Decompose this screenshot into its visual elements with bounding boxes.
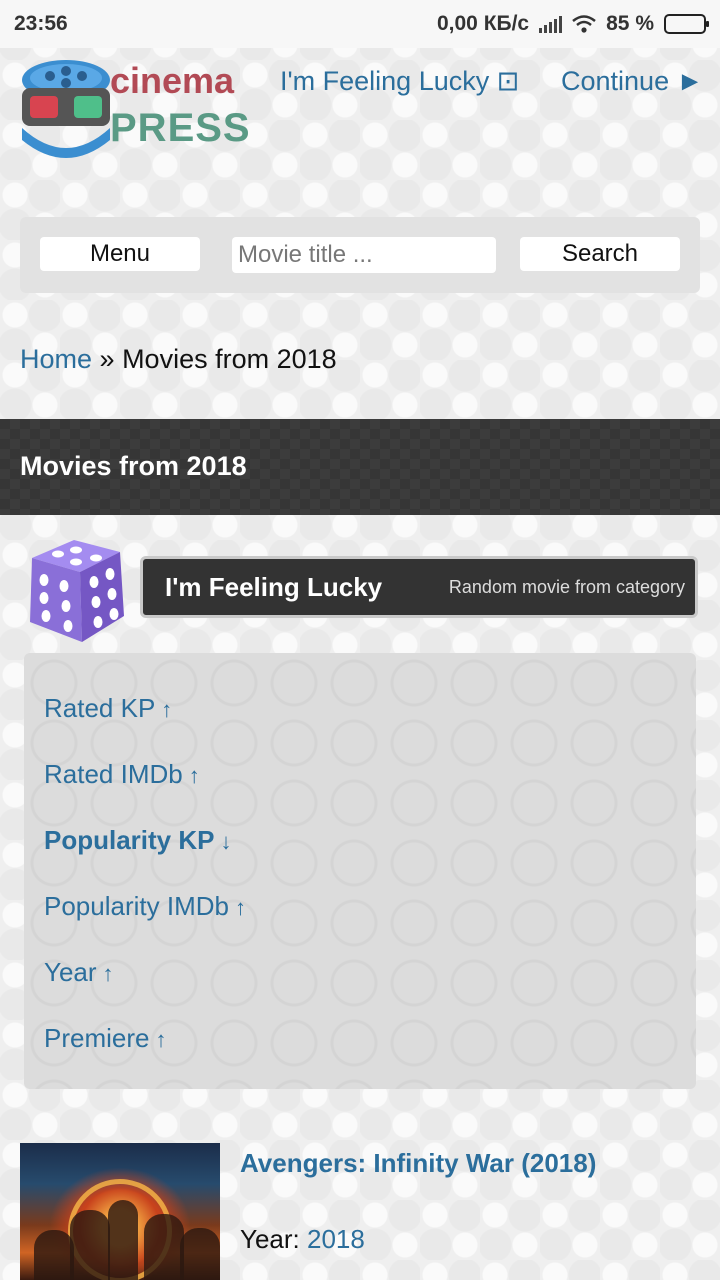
sort-rated-imdb[interactable]: Rated IMDb ↑ — [44, 759, 200, 790]
sort-label: Rated IMDb — [44, 759, 183, 789]
menu-button[interactable]: Menu — [40, 237, 200, 271]
status-time: 23:56 — [14, 12, 68, 35]
search-button[interactable]: Search — [520, 237, 680, 271]
status-indicators: 0,00 КБ/с 85 % — [436, 12, 709, 36]
breadcrumb: Home » Movies from 2018 — [20, 344, 337, 375]
sort-label: Year — [44, 957, 97, 987]
poster-figure — [180, 1228, 220, 1280]
sort-label: Rated KP — [44, 693, 156, 723]
sort-premiere[interactable]: Premiere ↑ — [44, 1023, 166, 1054]
dice-icon[interactable] — [24, 538, 128, 644]
page-title: Movies from 2018 — [20, 451, 247, 481]
continue-link[interactable]: Continue ► — [561, 66, 703, 97]
breadcrumb-separator: » — [92, 344, 123, 374]
breadcrumb-current: Movies from 2018 — [122, 344, 337, 374]
poster-figure — [144, 1214, 184, 1280]
sort-label: Popularity IMDb — [44, 891, 229, 921]
sort-label: Premiere — [44, 1023, 150, 1053]
sort-popularity-imdb[interactable]: Popularity IMDb ↑ — [44, 891, 246, 922]
battery-percent: 85 % — [606, 12, 654, 35]
movie-title-link[interactable]: Avengers: Infinity War (2018) — [240, 1148, 596, 1179]
poster-figure — [70, 1210, 110, 1280]
sort-label: Popularity KP — [44, 825, 215, 855]
poster-figure — [34, 1230, 74, 1280]
sort-panel: Rated KP ↑ Rated IMDb ↑ Popularity KP ↓ Pop… — [24, 653, 696, 1089]
sort-rated-kp[interactable]: Rated KP ↑ — [44, 693, 172, 724]
site-logo[interactable]: cinema PRESS — [20, 58, 250, 158]
movie-poster[interactable] — [20, 1143, 220, 1280]
search-panel: Menu Search — [20, 217, 700, 293]
film-reel-icon — [22, 60, 110, 158]
battery-icon — [664, 14, 709, 34]
arrow-down-icon: ↓ — [220, 829, 232, 854]
signal-icon — [539, 15, 563, 33]
movie-year-link[interactable]: 2018 — [307, 1224, 365, 1254]
feeling-lucky-button[interactable]: I'm Feeling Lucky Random movie from cate… — [140, 556, 698, 618]
movie-year: Year: 2018 — [240, 1224, 365, 1255]
logo-text-press: PRESS — [110, 106, 251, 150]
logo-text-cinema: cinema — [110, 60, 235, 101]
breadcrumb-home-link[interactable]: Home — [20, 344, 92, 374]
page-title-bar: Movies from 2018 — [0, 419, 720, 515]
network-speed: 0,00 КБ/с — [436, 12, 530, 35]
sort-year[interactable]: Year ↑ — [44, 957, 114, 988]
arrow-up-icon: ↑ — [155, 1027, 167, 1052]
movie-year-label: Year: — [240, 1224, 307, 1254]
status-bar: 23:56 0,00 КБ/с 85 % — [0, 0, 720, 48]
feeling-lucky-subtitle: Random movie from category — [448, 576, 685, 597]
feeling-lucky-link[interactable]: I'm Feeling Lucky ⊡ — [280, 66, 519, 97]
arrow-up-icon: ↑ — [102, 961, 114, 986]
feeling-lucky-title: I'm Feeling Lucky — [165, 571, 383, 602]
arrow-up-icon: ↑ — [161, 697, 173, 722]
sort-popularity-kp[interactable]: Popularity KP ↓ — [44, 825, 231, 856]
movie-search-input[interactable] — [232, 237, 496, 273]
wifi-icon — [572, 15, 596, 33]
arrow-up-icon: ↑ — [234, 895, 246, 920]
poster-figure — [108, 1200, 138, 1280]
arrow-up-icon: ↑ — [188, 763, 200, 788]
